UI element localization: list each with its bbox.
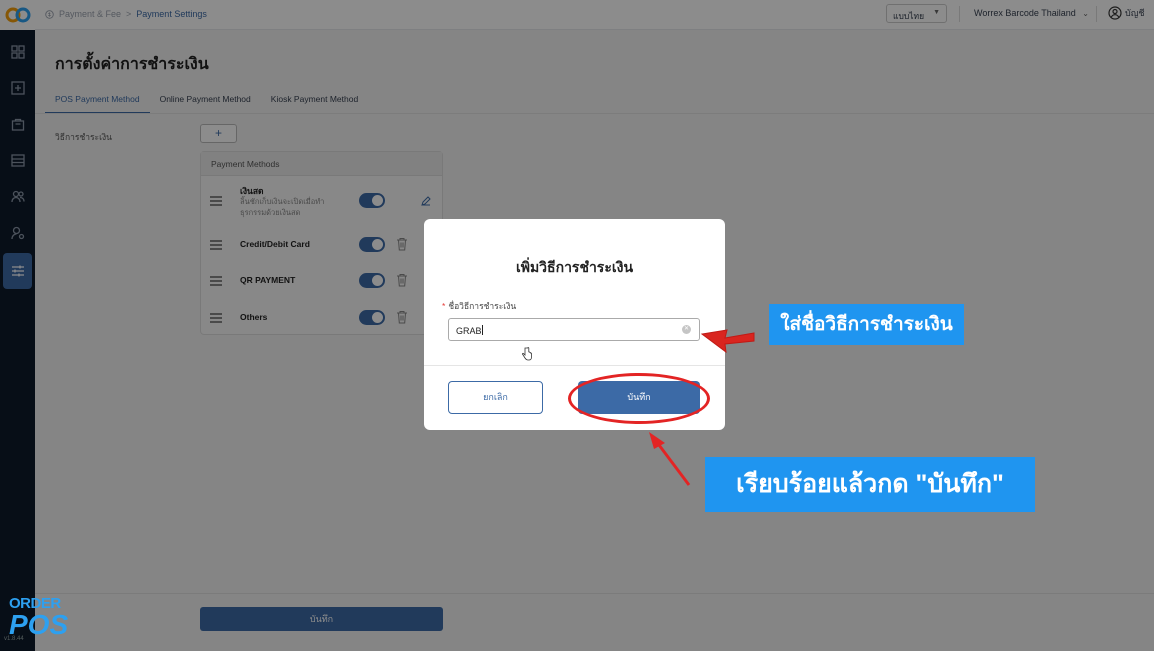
required-mark: * (442, 301, 446, 311)
text-cursor (481, 325, 483, 335)
dialog-divider (424, 365, 725, 366)
callout-enter-name: ใส่ชื่อวิธีการชำระเงิน (769, 304, 964, 345)
hand-cursor-icon (522, 347, 532, 361)
dialog-title: เพิ่มวิธีการชำระเงิน (515, 259, 634, 275)
payment-method-name-label-text: ชื่อวิธีการชำระเงิน (448, 301, 517, 311)
payment-method-name-input[interactable]: GRAB ✕ (448, 318, 700, 341)
clear-icon[interactable]: ✕ (682, 325, 691, 334)
save-button-highlight (568, 373, 710, 424)
cancel-button[interactable]: ยกเลิก (448, 381, 543, 414)
callout-press-save: เรียบร้อยแล้วกด "บันทึก" (705, 457, 1035, 512)
payment-method-name-label: * ชื่อวิธีการชำระเงิน (442, 299, 516, 313)
payment-method-name-input-value: GRAB (456, 326, 482, 336)
brand-line-2: POS (9, 609, 69, 640)
orderpos-logo: ORDER POS (9, 596, 71, 642)
